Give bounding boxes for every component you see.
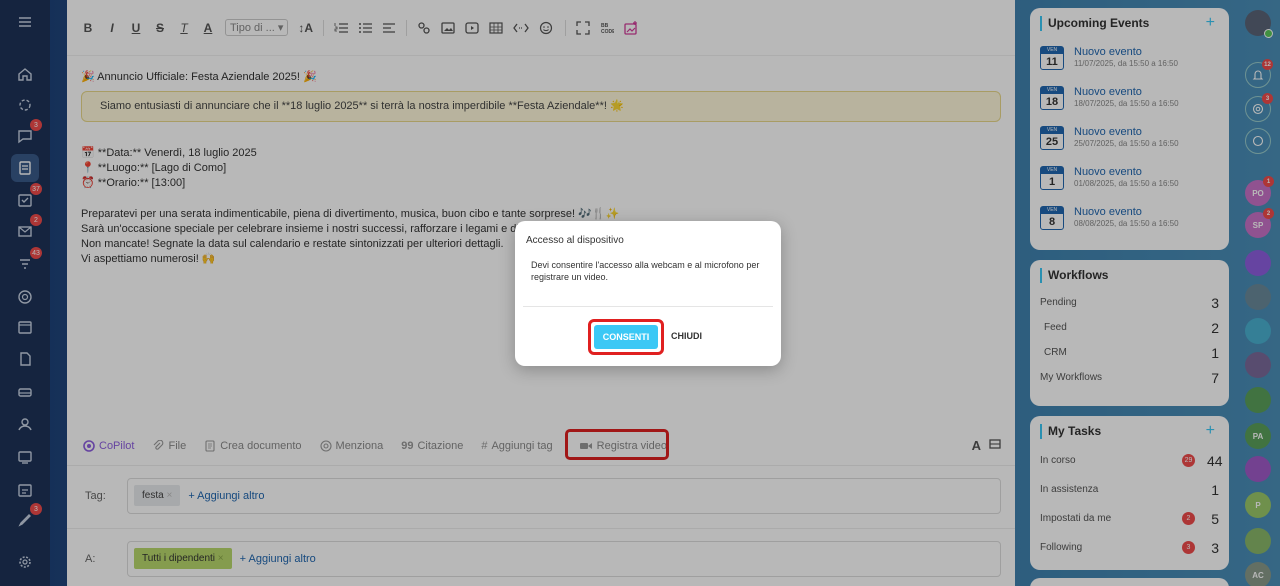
device-access-dialog: Accesso al dispositivo Devi consentire l… — [515, 221, 781, 366]
dialog-title: Accesso al dispositivo — [526, 235, 624, 246]
allow-button[interactable]: CONSENTI — [594, 325, 658, 349]
dialog-divider — [523, 306, 773, 307]
close-button[interactable]: CHIUDI — [671, 331, 702, 341]
dialog-message: Devi consentire l'accesso alla webcam e … — [531, 260, 760, 282]
